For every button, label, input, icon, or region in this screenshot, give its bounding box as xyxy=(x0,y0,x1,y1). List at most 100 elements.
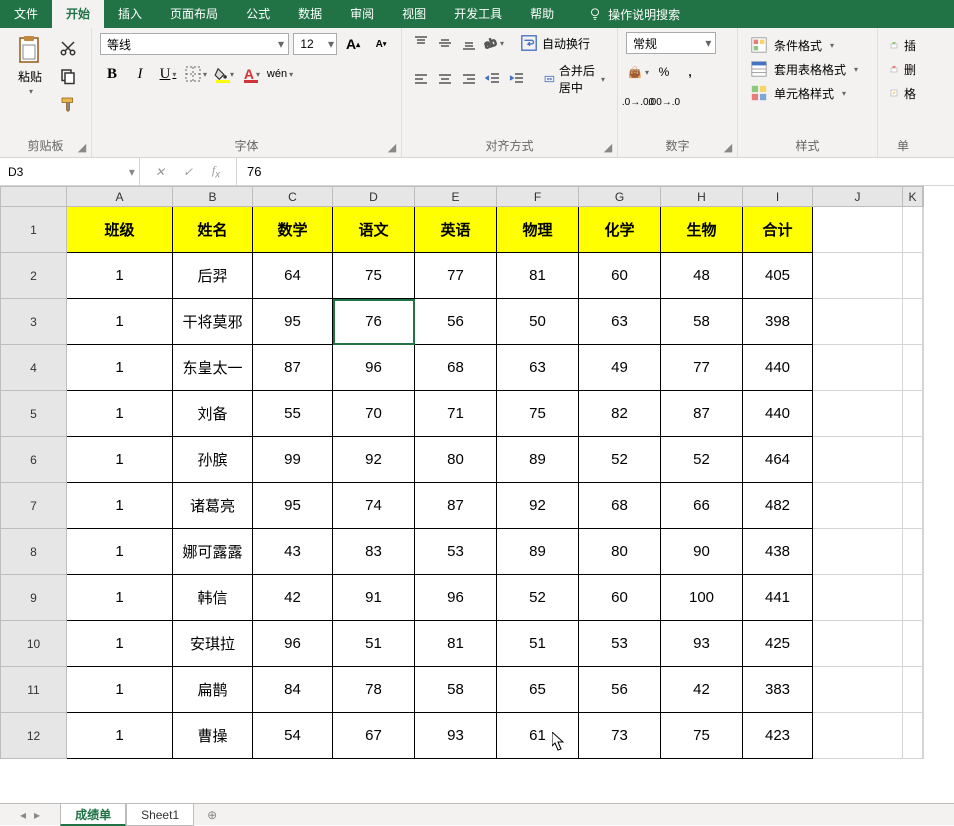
cell[interactable] xyxy=(923,713,924,759)
tab-insert[interactable]: 插入 xyxy=(104,0,156,28)
cell[interactable] xyxy=(923,345,924,391)
cell[interactable]: 87 xyxy=(253,345,333,391)
cell[interactable]: 383 xyxy=(743,667,813,713)
cell[interactable] xyxy=(813,667,903,713)
cell[interactable]: 93 xyxy=(661,621,743,667)
italic-button[interactable]: I xyxy=(128,62,152,86)
col-header-E[interactable]: E xyxy=(415,187,497,207)
increase-font-button[interactable]: A▴ xyxy=(341,32,365,56)
cell[interactable]: 60 xyxy=(579,253,661,299)
cell[interactable]: 1 xyxy=(67,529,173,575)
cell[interactable]: 440 xyxy=(743,391,813,437)
cell[interactable]: 娜可露露 xyxy=(173,529,253,575)
row-header-10[interactable]: 10 xyxy=(1,621,67,667)
cell[interactable]: 438 xyxy=(743,529,813,575)
add-sheet-button[interactable]: ⊕ xyxy=(202,808,222,822)
cut-button[interactable] xyxy=(56,36,80,60)
tab-layout[interactable]: 页面布局 xyxy=(156,0,232,28)
cell[interactable]: 73 xyxy=(579,713,661,759)
cell[interactable] xyxy=(923,621,924,667)
cell[interactable]: 1 xyxy=(67,713,173,759)
cell[interactable]: 95 xyxy=(253,483,333,529)
number-dialog-launcher[interactable]: ◢ xyxy=(721,141,735,155)
fx-button[interactable]: fx xyxy=(206,163,226,180)
tab-data[interactable]: 数据 xyxy=(284,0,336,28)
cancel-formula-button[interactable]: ✕ xyxy=(150,165,170,179)
header-cell[interactable]: 物理 xyxy=(497,207,579,253)
cell[interactable]: 89 xyxy=(497,529,579,575)
cell[interactable]: 51 xyxy=(497,621,579,667)
cell[interactable] xyxy=(903,621,923,667)
font-size-input[interactable] xyxy=(294,37,325,51)
cell[interactable]: 诸葛亮 xyxy=(173,483,253,529)
cell[interactable] xyxy=(923,575,924,621)
cell[interactable]: 68 xyxy=(579,483,661,529)
cell[interactable]: 82 xyxy=(579,391,661,437)
cell[interactable]: 482 xyxy=(743,483,813,529)
cell[interactable]: 81 xyxy=(415,621,497,667)
decrease-font-button[interactable]: A▾ xyxy=(369,32,393,56)
cell[interactable]: 68 xyxy=(415,345,497,391)
cell[interactable]: 曹操 xyxy=(173,713,253,759)
fill-color-button[interactable]: ▾ xyxy=(212,62,236,86)
cell[interactable]: 58 xyxy=(661,299,743,345)
row-header-4[interactable]: 4 xyxy=(1,345,67,391)
cell[interactable]: 53 xyxy=(579,621,661,667)
align-middle-button[interactable] xyxy=(434,32,456,54)
align-bottom-button[interactable] xyxy=(458,32,480,54)
font-dialog-launcher[interactable]: ◢ xyxy=(385,141,399,155)
cell[interactable]: 63 xyxy=(497,345,579,391)
cell[interactable]: 67 xyxy=(333,713,415,759)
accept-formula-button[interactable]: ✓ xyxy=(178,165,198,179)
cell[interactable]: 60 xyxy=(579,575,661,621)
row-header-9[interactable]: 9 xyxy=(1,575,67,621)
cell-styles-button[interactable]: 单元格样式▾ xyxy=(746,82,869,104)
cell[interactable]: 92 xyxy=(497,483,579,529)
cell[interactable]: 96 xyxy=(253,621,333,667)
cell[interactable]: 1 xyxy=(67,391,173,437)
cell[interactable] xyxy=(903,207,923,253)
copy-button[interactable] xyxy=(56,64,80,88)
cell[interactable]: 1 xyxy=(67,575,173,621)
cell[interactable] xyxy=(903,667,923,713)
font-size-combo[interactable]: ▾ xyxy=(293,33,337,55)
tab-dev[interactable]: 开发工具 xyxy=(440,0,516,28)
cell[interactable]: 52 xyxy=(579,437,661,483)
align-top-button[interactable] xyxy=(410,32,432,54)
tab-view[interactable]: 视图 xyxy=(388,0,440,28)
chevron-down-icon[interactable]: ▾ xyxy=(326,37,336,51)
cell[interactable]: 76 xyxy=(333,299,415,345)
spreadsheet-grid[interactable]: ABCDEFGHIJK1班级姓名数学语文英语物理化学生物合计21后羿647577… xyxy=(0,186,954,786)
cell[interactable]: 87 xyxy=(415,483,497,529)
formula-input[interactable] xyxy=(237,158,954,185)
decrease-decimal-button[interactable]: .00→.0 xyxy=(652,90,676,114)
cell[interactable]: 49 xyxy=(579,345,661,391)
cell[interactable]: 63 xyxy=(579,299,661,345)
decrease-indent-button[interactable] xyxy=(482,68,504,90)
cell[interactable]: 99 xyxy=(253,437,333,483)
col-header-G[interactable]: G xyxy=(579,187,661,207)
cell[interactable]: 93 xyxy=(415,713,497,759)
align-center-button[interactable] xyxy=(434,68,456,90)
prev-sheet-button[interactable]: ◂ xyxy=(20,808,26,822)
row-header-3[interactable]: 3 xyxy=(1,299,67,345)
chevron-down-icon[interactable]: ▾ xyxy=(702,36,715,50)
comma-button[interactable]: , xyxy=(678,60,702,84)
cell[interactable]: 53 xyxy=(415,529,497,575)
font-color-button[interactable]: A▾ xyxy=(240,62,264,86)
cell[interactable] xyxy=(903,299,923,345)
cell[interactable]: 95 xyxy=(253,299,333,345)
cell[interactable]: 90 xyxy=(661,529,743,575)
next-sheet-button[interactable]: ▸ xyxy=(34,808,40,822)
format-painter-button[interactable] xyxy=(56,92,80,116)
cell[interactable]: 100 xyxy=(661,575,743,621)
cell[interactable]: 96 xyxy=(333,345,415,391)
cell[interactable]: 405 xyxy=(743,253,813,299)
col-header-A[interactable]: A xyxy=(67,187,173,207)
cell[interactable] xyxy=(813,483,903,529)
alignment-dialog-launcher[interactable]: ◢ xyxy=(601,141,615,155)
cell[interactable]: 398 xyxy=(743,299,813,345)
increase-indent-button[interactable] xyxy=(506,68,528,90)
cell[interactable]: 刘备 xyxy=(173,391,253,437)
cell[interactable]: 74 xyxy=(333,483,415,529)
